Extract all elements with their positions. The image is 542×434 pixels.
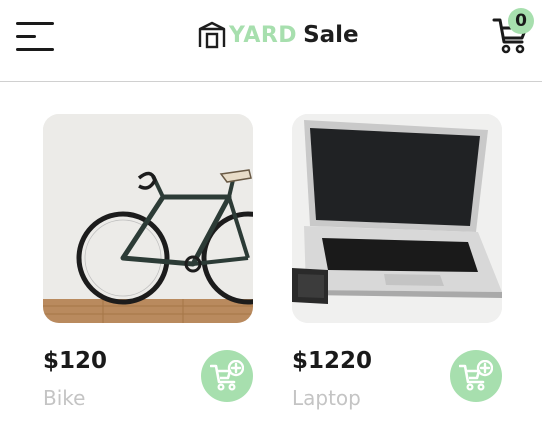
product-card[interactable]: $120 Bike xyxy=(43,114,253,414)
product-price: $120 xyxy=(43,348,108,374)
product-image[interactable] xyxy=(292,114,502,323)
product-name: Bike xyxy=(43,386,86,410)
logo-text-yard: YARD xyxy=(229,22,298,48)
cart-button[interactable]: 0 xyxy=(490,8,534,54)
app-logo[interactable]: YARD Sale xyxy=(198,18,359,52)
product-card[interactable]: $1220 Laptop xyxy=(292,114,502,414)
laptop-photo xyxy=(292,114,502,323)
storefront-icon xyxy=(198,21,226,49)
add-to-cart-button[interactable] xyxy=(450,350,502,402)
app-header: YARD Sale 0 xyxy=(0,0,542,82)
logo-text-sale: Sale xyxy=(303,22,359,48)
cart-count-badge: 0 xyxy=(508,8,534,34)
add-to-cart-button[interactable] xyxy=(201,350,253,402)
product-price: $1220 xyxy=(292,348,373,374)
bike-photo xyxy=(43,114,253,323)
menu-icon-bar xyxy=(16,35,36,38)
add-to-cart-icon xyxy=(210,360,244,391)
product-image[interactable] xyxy=(43,114,253,323)
product-name: Laptop xyxy=(292,386,361,410)
menu-icon xyxy=(16,22,54,25)
add-to-cart-icon xyxy=(459,360,493,391)
menu-button[interactable] xyxy=(16,22,54,52)
menu-icon-bar xyxy=(16,48,54,51)
